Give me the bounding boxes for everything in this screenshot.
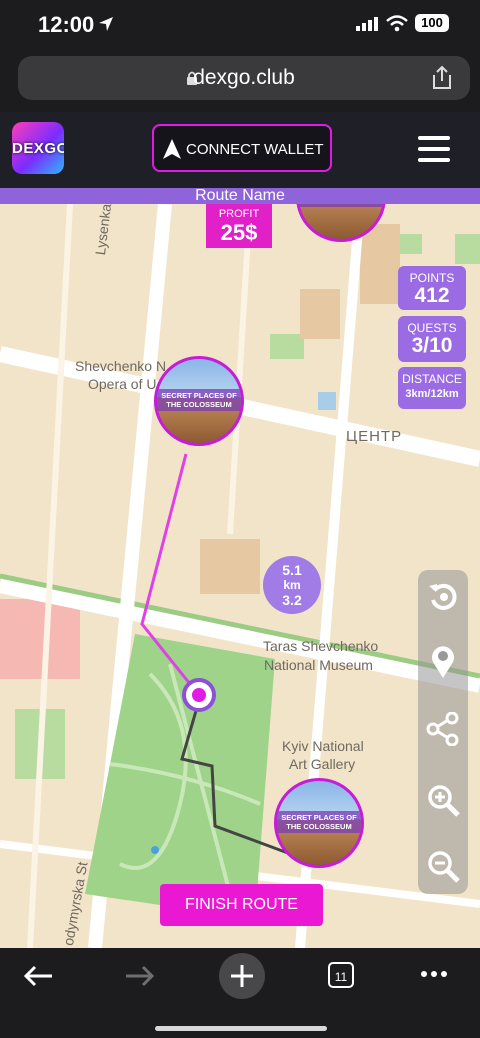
points-label: POINTS [409, 271, 455, 285]
logo-text: DEXGO [12, 140, 64, 157]
signal-icon [356, 17, 378, 31]
more-options-icon[interactable] [420, 970, 448, 978]
browser-url-area: dexgo.club [0, 50, 480, 112]
segment-distance-unit: km [283, 578, 301, 592]
connect-wallet-label: CONNECT WALLET [186, 141, 324, 158]
home-indicator [155, 1026, 327, 1031]
quests-value: 3/10 [411, 334, 453, 357]
poi-marker-end[interactable]: SECRET PLACES OF THE COLOSSEUM [274, 778, 364, 868]
segment-distance-badge: 5.1 km 3.2 [263, 556, 321, 614]
poi-caption: SECRET PLACES OF THE COLOSSEUM [277, 811, 361, 833]
address-bar[interactable]: dexgo.club [18, 56, 470, 100]
reset-rotate-icon[interactable] [427, 580, 459, 612]
map-label-opera-1: Shevchenko N [75, 358, 167, 374]
status-bar: 12:00 100 [0, 0, 480, 50]
plus-icon [231, 965, 253, 987]
status-time: 12:00 [38, 12, 95, 37]
points-badge: POINTS 412 [398, 266, 466, 310]
location-arrow-icon [99, 17, 113, 31]
poi-caption: SECRET PLACES OF THE COLOSSEUM [299, 204, 383, 207]
zoom-out-icon[interactable] [427, 850, 461, 884]
tabs-count-button[interactable]: 11 [328, 962, 354, 988]
connect-wallet-button[interactable]: CONNECT WALLET [152, 124, 332, 172]
map-label-museum-1: Taras Shevchenko [263, 638, 379, 654]
navigation-arrow-icon [163, 139, 181, 159]
segment-distance-top: 5.1 [282, 562, 302, 578]
map-label-gallery-2: Art Gallery [289, 756, 356, 772]
poi-marker-colosseum[interactable]: SECRET PLACES OF THE COLOSSEUM [154, 356, 244, 446]
battery-indicator: 100 [415, 14, 449, 32]
browser-toolbar: 11 [0, 948, 480, 1038]
map-label-center: ЦЕНТР [346, 428, 403, 445]
quests-label: QUESTS [407, 321, 457, 335]
profit-badge: PROFIT 25$ [206, 204, 272, 248]
locate-pin-icon[interactable] [429, 644, 457, 680]
back-arrow-icon[interactable] [22, 964, 54, 988]
profit-label: PROFIT [218, 208, 260, 220]
new-tab-button[interactable] [219, 953, 265, 999]
map-tools-panel [418, 570, 468, 894]
share-icon[interactable] [430, 64, 454, 92]
map-label-opera-2: Opera of U [88, 376, 157, 392]
map-label-gallery-1: Kyiv National [282, 738, 364, 754]
app-header: DEXGO CONNECT WALLET [0, 112, 480, 188]
segment-distance-bottom: 3.2 [282, 592, 302, 608]
url-text: dexgo.club [193, 66, 295, 89]
map-label-museum-2: National Museum [264, 657, 373, 673]
profit-value: 25$ [220, 220, 258, 245]
zoom-in-icon[interactable] [427, 784, 461, 818]
share-route-icon[interactable] [426, 712, 460, 746]
points-value: 412 [414, 284, 450, 307]
forward-arrow-icon[interactable] [124, 964, 156, 988]
finish-route-button[interactable]: FINISH ROUTE [160, 884, 323, 926]
route-name-bar: Route Name [0, 188, 480, 204]
wifi-icon [386, 15, 408, 32]
poi-caption: SECRET PLACES OF THE COLOSSEUM [157, 389, 241, 411]
hamburger-menu-icon[interactable] [418, 136, 452, 164]
distance-badge: DISTANCE 3km/12km [398, 367, 466, 409]
app-logo[interactable]: DEXGO [12, 122, 64, 174]
quests-badge: QUESTS 3/10 [398, 316, 466, 362]
distance-value: 3km/12km [405, 388, 459, 400]
distance-label: DISTANCE [402, 372, 462, 386]
map-view[interactable]: Lysenka St Shevchenko N Opera of U ЦЕНТР… [0, 204, 480, 948]
